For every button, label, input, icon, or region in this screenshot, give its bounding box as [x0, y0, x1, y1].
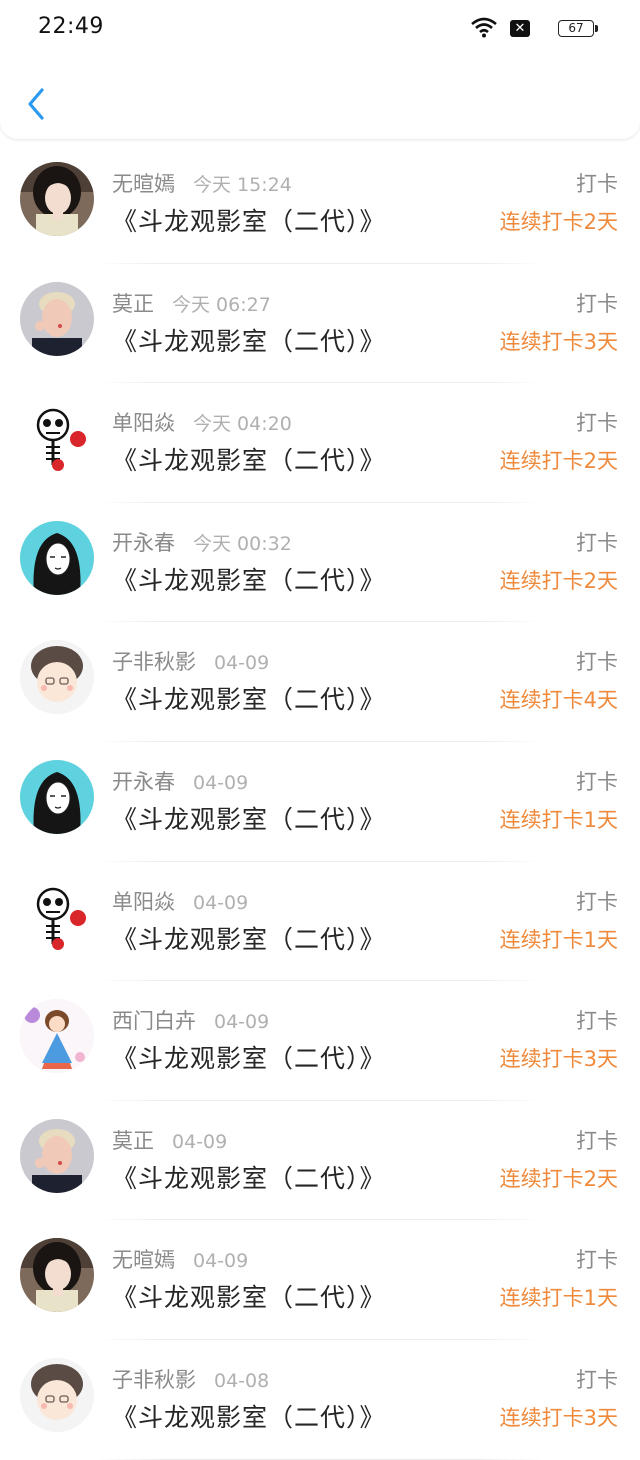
user-name-text: 西门白卉	[112, 1009, 196, 1034]
avatar[interactable]	[20, 1238, 94, 1313]
entry-title: 《斗龙观影室（二代）》	[112, 1163, 386, 1193]
user-name: 单阳焱 今天 04:20	[112, 407, 292, 437]
entry-title: 《斗龙观影室（二代）》	[112, 565, 386, 595]
avatar[interactable]	[20, 879, 94, 954]
streak-label: 连续打卡3天	[499, 1047, 618, 1072]
user-name: 子非秋影 04-09	[112, 646, 269, 676]
checkin-label: 打卡	[576, 172, 618, 196]
status-time: 22:49	[38, 14, 104, 39]
avatar[interactable]	[20, 999, 94, 1074]
streak-label: 连续打卡3天	[499, 1405, 618, 1430]
top-bar: 22:49 ✕ 67	[0, 0, 640, 139]
list-item[interactable]: 子非秋影 04-09 《斗龙观影室（二代）》 打卡 连续打卡4天	[0, 622, 640, 742]
avatar[interactable]	[20, 1357, 94, 1432]
checkin-label: 打卡	[576, 1009, 618, 1034]
avatar[interactable]	[20, 520, 94, 595]
post-time: 今天 15:24	[193, 174, 292, 196]
user-name-text: 开永春	[112, 530, 175, 555]
user-name: 开永春 今天 00:32	[112, 527, 292, 557]
post-time: 04-09	[214, 652, 270, 675]
streak-label: 连续打卡3天	[499, 329, 618, 354]
user-name: 无暄嫣 04-09	[112, 1244, 248, 1274]
user-name-text: 单阳焱	[112, 411, 175, 436]
checkin-label: 打卡	[576, 291, 618, 316]
divider	[95, 1458, 545, 1460]
streak-label: 连续打卡1天	[499, 927, 618, 952]
post-time: 04-08	[214, 1369, 270, 1392]
checkin-label: 打卡	[576, 1128, 618, 1153]
list-item[interactable]: 开永春 04-09 《斗龙观影室（二代）》 打卡 连续打卡1天	[0, 742, 640, 862]
user-name-text: 子非秋影	[112, 1367, 196, 1392]
checkin-label: 打卡	[576, 411, 618, 436]
chevron-left-icon	[28, 88, 44, 120]
entry-title: 《斗龙观影室（二代）》	[112, 1402, 386, 1432]
user-name: 子非秋影 04-08	[112, 1364, 269, 1394]
checkin-list: 无暄嫣 今天 15:24 《斗龙观影室（二代）》 打卡 连续打卡2天 莫正 今天 0…	[0, 144, 640, 1460]
list-item[interactable]: 西门白卉 04-09 《斗龙观影室（二代）》 打卡 连续打卡3天	[0, 981, 640, 1101]
list-item[interactable]: 无暄嫣 04-09 《斗龙观影室（二代）》 打卡 连续打卡1天	[0, 1220, 640, 1340]
streak-label: 连续打卡2天	[499, 1166, 618, 1191]
streak-label: 连续打卡1天	[499, 1286, 618, 1311]
avatar[interactable]	[20, 162, 94, 236]
user-name-text: 子非秋影	[112, 650, 196, 675]
streak-label: 连续打卡2天	[499, 568, 618, 593]
checkin-label: 打卡	[576, 650, 618, 675]
entry-title: 《斗龙观影室（二代）》	[112, 1044, 386, 1074]
checkin-label: 打卡	[576, 889, 618, 914]
post-time: 04-09	[214, 1011, 270, 1034]
checkin-label: 打卡	[576, 530, 618, 555]
list-item[interactable]: 莫正 今天 06:27 《斗龙观影室（二代）》 打卡 连续打卡3天	[0, 264, 640, 384]
user-name: 莫正 今天 06:27	[112, 288, 271, 318]
list-item[interactable]: 无暄嫣 今天 15:24 《斗龙观影室（二代）》 打卡 连续打卡2天	[0, 144, 640, 264]
post-time: 今天 06:27	[172, 293, 271, 316]
checkin-label: 打卡	[576, 1367, 618, 1392]
user-name: 无暄嫣 今天 15:24	[112, 168, 292, 198]
streak-label: 连续打卡4天	[499, 688, 618, 713]
user-name: 西门白卉 04-09	[112, 1005, 269, 1035]
user-name-text: 无暄嫣	[112, 172, 175, 196]
streak-label: 连续打卡2天	[499, 210, 618, 234]
user-name-text: 莫正	[112, 1128, 154, 1153]
list-item[interactable]: 开永春 今天 00:32 《斗龙观影室（二代）》 打卡 连续打卡2天	[0, 503, 640, 623]
entry-title: 《斗龙观影室（二代）》	[112, 326, 386, 356]
entry-title: 《斗龙观影室（二代）》	[112, 207, 386, 236]
post-time: 今天 00:32	[193, 532, 292, 555]
user-name-text: 莫正	[112, 291, 154, 316]
wifi-icon	[471, 17, 497, 38]
entry-title: 《斗龙观影室（二代）》	[112, 446, 386, 476]
post-time: 04-09	[193, 891, 249, 914]
avatar[interactable]	[20, 281, 94, 356]
user-name-text: 单阳焱	[112, 889, 175, 914]
checkin-label: 打卡	[576, 769, 618, 794]
post-time: 今天 04:20	[193, 413, 292, 436]
user-name-text: 无暄嫣	[112, 1248, 175, 1273]
back-button[interactable]	[22, 84, 50, 124]
entry-title: 《斗龙观影室（二代）》	[112, 685, 386, 715]
entry-title: 《斗龙观影室（二代）》	[112, 804, 386, 834]
no-sim-icon: ✕	[510, 20, 530, 37]
user-name: 单阳焱 04-09	[112, 886, 248, 916]
post-time: 04-09	[193, 771, 249, 794]
battery-icon: 67	[558, 20, 598, 37]
list-item[interactable]: 子非秋影 04-08 《斗龙观影室（二代）》 打卡 连续打卡3天	[0, 1340, 640, 1460]
checkin-label: 打卡	[576, 1248, 618, 1273]
list-item[interactable]: 莫正 04-09 《斗龙观影室（二代）》 打卡 连续打卡2天	[0, 1101, 640, 1221]
entry-title: 《斗龙观影室（二代）》	[112, 1283, 386, 1313]
list-item[interactable]: 单阳焱 今天 04:20 《斗龙观影室（二代）》 打卡 连续打卡2天	[0, 383, 640, 503]
post-time: 04-09	[172, 1130, 228, 1153]
streak-label: 连续打卡2天	[499, 449, 618, 474]
avatar[interactable]	[20, 1118, 94, 1193]
status-icons: ✕ 67	[438, 16, 598, 40]
post-time: 04-09	[193, 1250, 249, 1273]
user-name-text: 开永春	[112, 769, 175, 794]
list-item[interactable]: 单阳焱 04-09 《斗龙观影室（二代）》 打卡 连续打卡1天	[0, 862, 640, 982]
avatar[interactable]	[20, 401, 94, 476]
streak-label: 连续打卡1天	[499, 807, 618, 832]
battery-level: 67	[568, 21, 584, 35]
avatar[interactable]	[20, 759, 94, 834]
entry-title: 《斗龙观影室（二代）》	[112, 924, 386, 954]
avatar[interactable]	[20, 640, 94, 715]
user-name: 开永春 04-09	[112, 766, 248, 796]
user-name: 莫正 04-09	[112, 1125, 227, 1155]
